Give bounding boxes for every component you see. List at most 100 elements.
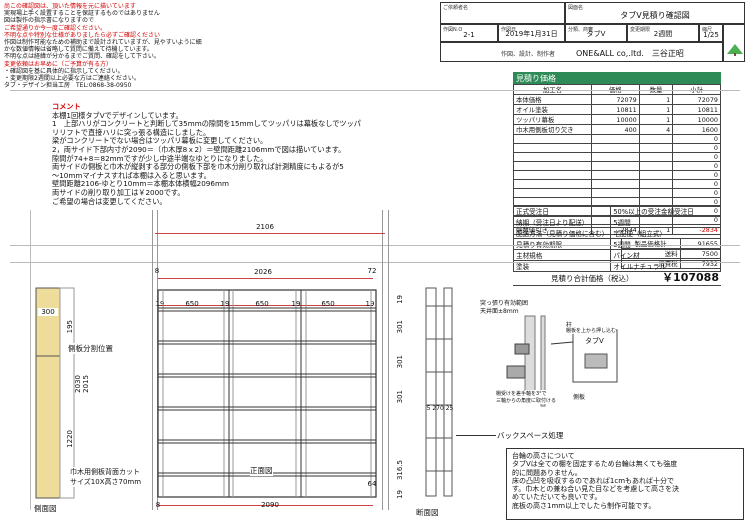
spec-row: 納期（受注日より配送） 5週間 [512, 216, 721, 228]
side-divider-label: 側板分割位置 [68, 343, 113, 354]
client-cell: ご依頼者名 [440, 2, 565, 24]
price-cell [638, 179, 674, 189]
notice-line: 不明な点は経緯が分かるまでご質問、確認をして下さい。 [4, 53, 160, 61]
price-cell [638, 143, 674, 153]
dim-left-gap: 8 [154, 267, 160, 275]
price-cell [638, 134, 674, 144]
no-cell: 作図N.O 2-1 [440, 24, 498, 42]
dim-col-650c: 650 [321, 300, 335, 308]
spec-value: パイン材 [610, 249, 721, 261]
price-row: 0 [513, 134, 721, 144]
dim-right-gap: 72 [367, 267, 377, 275]
spec-label: 塗装 [512, 260, 612, 272]
price-cell [591, 152, 640, 162]
price-cell [513, 170, 592, 180]
price-cell [638, 152, 674, 162]
logo-cell [723, 24, 745, 62]
price-row: 0 [513, 170, 721, 180]
price-cell [513, 179, 592, 189]
class-cell: 分類、商審 タブV [565, 24, 627, 42]
notice-line: ・確認図を基に具体的に指示してください。 [4, 67, 124, 75]
price-cell [638, 170, 674, 180]
price-cell: 0 [672, 188, 721, 198]
spec-value: 5週間 [610, 216, 721, 228]
bracket-note: 棚受けを差手軸を3°で 三軸からの角度に取付ける [496, 390, 562, 404]
section-view-label: 断面図 [416, 507, 439, 518]
spec-label: 正式受注日 [512, 205, 612, 217]
note-line: 的に問題ありません。 [512, 468, 582, 477]
side-view-label: 側面図 [34, 503, 57, 514]
spec-row: 正式受注日 50%以上の受注金額受注日 [512, 205, 721, 217]
dim-col-19a: 19 [155, 300, 165, 308]
price-cell: 巾木用側板切り欠き [513, 124, 592, 135]
date-cell: 作図日 2019年1月31日 [498, 24, 565, 42]
comment-line: ご希望の場合は変更してください。 [52, 196, 167, 206]
price-cell: 10811 [591, 104, 640, 115]
price-cell: 0 [672, 179, 721, 189]
tension-label-1: 突っ張り有効範囲 [480, 298, 529, 307]
dim-sec-301c: 301 [396, 390, 404, 404]
dim-bottom-gap: 8 [155, 501, 161, 509]
spec-label: 主材規格 [512, 249, 612, 261]
spec-row: 配送方法（見積り価格に含む） 宅配便（組立式） [512, 227, 721, 239]
price-header: 価格 [591, 84, 640, 95]
back-space-label: バックスペース処理 [497, 430, 564, 441]
hardware-illustration [506, 315, 618, 407]
note-line: 床の凸凹を吸収するのであれば1cmもあれば十分で [512, 476, 675, 485]
price-cell: 0 [672, 134, 721, 144]
dim-sec-19: 19 [396, 295, 404, 304]
price-cell [513, 188, 592, 198]
notice-line: 不明な点や特別な仕様がありましたら必ずご確認ください [4, 31, 161, 39]
price-row: 0 [513, 143, 721, 153]
drawing-date: 2019年1月31日 [505, 30, 558, 38]
price-cell [638, 161, 674, 171]
price-row: 本体価格 72079 1 72079 [513, 94, 721, 105]
price-cell: 0 [672, 143, 721, 153]
dim-side-195: 195 [66, 320, 74, 334]
dim-col-650b: 650 [255, 300, 269, 308]
price-cell: 1 [638, 94, 674, 105]
price-cell: 10000 [672, 114, 721, 125]
price-cell [513, 134, 592, 144]
spec-value: 50%以上の受注金額受注日 [610, 205, 721, 217]
price-cell [638, 188, 674, 198]
section-view-shelf [425, 287, 453, 497]
dim-side-depth: 300 [38, 308, 58, 316]
comment-block: コメント 本棚1回様タブVでデザインしています。 1 上部ハリがコンクリートと判断… [52, 102, 397, 206]
dim-col-19c: 19 [291, 300, 301, 308]
baseboard-label-1: 巾木用側板背面カット [70, 467, 140, 477]
front-view-shelf [157, 289, 377, 498]
price-cell: 1600 [672, 124, 721, 135]
spec-label: 納期（受注日より配送） [512, 216, 612, 228]
price-title: 見積り価格 [513, 72, 721, 84]
price-cell: オイル塗装 [513, 104, 592, 115]
maker-label: 作図、設計、制作者 [501, 51, 556, 58]
side-board-label: 側板 [573, 392, 586, 401]
drawing-no: 2-1 [463, 31, 475, 39]
price-header: 加工名 [513, 84, 592, 95]
price-cell: 0 [672, 152, 721, 162]
dim-sec-316: 316.5 [396, 460, 404, 481]
drawing-name: タブV見積り確認図 [620, 11, 690, 20]
notice-line: 図は製作の指示書になりますので [4, 17, 95, 25]
price-cell: 本体価格 [513, 94, 592, 105]
client-label: ご依頼者名 [443, 5, 469, 11]
price-cell: 72079 [591, 94, 640, 105]
price-cell [591, 188, 640, 198]
price-cell [591, 179, 640, 189]
dim-side-1220: 1220 [66, 430, 74, 448]
baseboard-label-2: サイズ10X高さ70mm [70, 477, 142, 487]
price-cell [591, 170, 640, 180]
maker-cell: 作図、設計、制作者 ONE&ALL co,.ltd. 三谷正昭 [440, 42, 723, 62]
side-view-shelf [35, 287, 75, 499]
notice-line: 変更依頼はお早めに（ご予算が有る方） [4, 60, 113, 68]
dim-col-19b: 19 [220, 300, 230, 308]
price-cell: 400 [591, 124, 640, 135]
price-header: 数量 [638, 84, 674, 95]
front-view-label: 正面図 [250, 465, 273, 476]
dim-sec-301b: 301 [396, 355, 404, 369]
period-value: 2週間 [653, 30, 673, 38]
dim-base-height: 64 [367, 480, 377, 488]
scale-cell: 縮尺 1/25 [699, 24, 723, 42]
note-line: 底板の高さ1mm以上でしたら制作可能です。 [512, 501, 656, 510]
